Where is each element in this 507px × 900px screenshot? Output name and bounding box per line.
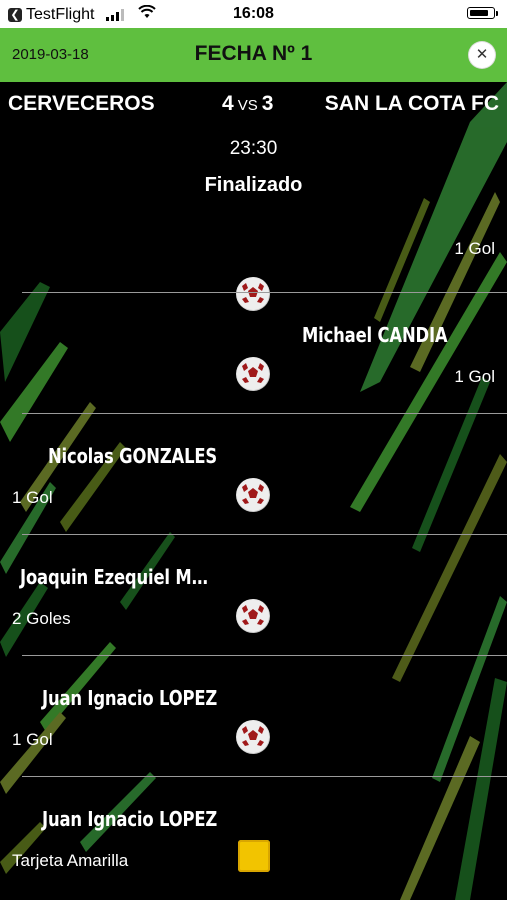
scoreline: 4 VS 3 (222, 92, 273, 116)
yellow-card-icon (238, 840, 270, 872)
status-bar: ❮ TestFlight 16:08 (0, 0, 507, 28)
away-score: 3 (261, 92, 274, 115)
battery-icon (467, 7, 498, 19)
status-time: 16:08 (233, 5, 274, 22)
away-team-name: SAN LA COTA FC (324, 92, 499, 115)
match-time: 23:30 (229, 138, 278, 159)
vs-label: VS (237, 97, 258, 114)
soccer-ball-icon (236, 478, 270, 512)
event-row: Juan Ignacio LOPEZ 1 Gol (0, 656, 507, 777)
close-button[interactable]: ✕ (469, 42, 495, 68)
event-player: Nicolas GONZALES (48, 444, 218, 468)
close-icon: ✕ (475, 46, 489, 63)
event-player: Joaquin Ezequiel M… (20, 565, 208, 589)
event-player: Juan Ignacio LOPEZ (42, 686, 218, 710)
event-row: Juan Ignacio LOPEZ Tarjeta Amarilla (0, 777, 507, 898)
event-detail: 1 Gol (12, 488, 53, 507)
event-detail: 1 Gol (454, 367, 495, 386)
event-player: Juan Ignacio LOPEZ (42, 807, 218, 831)
header-bar: 2019-03-18 FECHA Nº 1 ✕ (0, 28, 507, 82)
event-row: Nicolas GONZALES 1 Gol (0, 414, 507, 535)
event-player: Michael CANDIA (302, 323, 448, 347)
page-title: FECHA Nº 1 (194, 42, 313, 65)
match-status: Finalizado (204, 174, 303, 196)
event-detail: Tarjeta Amarilla (12, 851, 129, 870)
event-row: Michael CANDIA 1 Gol (0, 293, 507, 414)
event-detail: 1 Gol (454, 239, 495, 258)
score-row: CERVECEROS 4 VS 3 SAN LA COTA FC (0, 92, 507, 122)
soccer-ball-icon (236, 599, 270, 633)
event-detail: 1 Gol (12, 730, 53, 749)
home-team-name: CERVECEROS (8, 92, 155, 115)
match-detail: CERVECEROS 4 VS 3 SAN LA COTA FC 23:30 Fin… (0, 82, 507, 900)
soccer-ball-icon (236, 720, 270, 754)
event-detail: 2 Goles (12, 609, 71, 628)
event-row: Joaquin Ezequiel M… 2 Goles (0, 535, 507, 656)
soccer-ball-icon (236, 357, 270, 391)
home-score: 4 (222, 92, 234, 115)
